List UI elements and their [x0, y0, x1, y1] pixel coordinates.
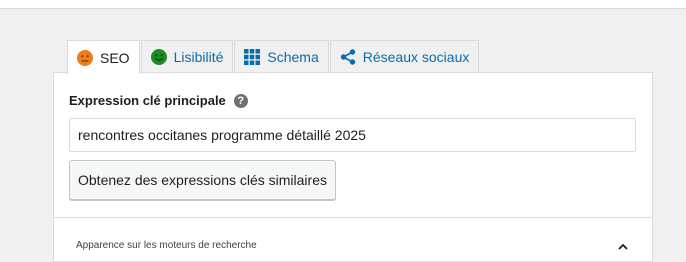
- divider: [54, 217, 652, 218]
- related-keyphrases-button[interactable]: Obtenez des expressions clés similaires: [69, 160, 336, 200]
- orange-face-icon: [77, 49, 93, 66]
- tab-social[interactable]: Réseaux sociaux: [329, 40, 480, 73]
- chevron-up-icon[interactable]: [618, 239, 628, 250]
- focus-keyphrase-label: Expression clé principale: [69, 93, 226, 108]
- focus-keyphrase-input[interactable]: rencontres occitanes programme détaillé …: [69, 118, 636, 152]
- tab-readability[interactable]: Lisibilité: [140, 40, 234, 73]
- question-mark-icon[interactable]: ?: [233, 93, 248, 108]
- metabox-tabs: SEO Lisibilité Schema Réseaux sociaux: [67, 40, 480, 74]
- top-bar: [0, 0, 686, 9]
- tab-seo-label: SEO: [100, 49, 130, 66]
- tab-schema-label: Schema: [267, 49, 319, 65]
- tab-readability-label: Lisibilité: [173, 49, 224, 65]
- tab-schema[interactable]: Schema: [234, 40, 329, 73]
- seo-panel: Expression clé principale ? rencontres o…: [53, 72, 653, 262]
- focus-keyphrase-label-row: Expression clé principale ?: [69, 93, 248, 108]
- tab-seo[interactable]: SEO: [67, 40, 140, 74]
- green-smiley-icon: [150, 49, 167, 65]
- tab-social-label: Réseaux sociaux: [362, 49, 470, 65]
- grid-icon: [244, 49, 261, 65]
- share-icon: [340, 49, 356, 65]
